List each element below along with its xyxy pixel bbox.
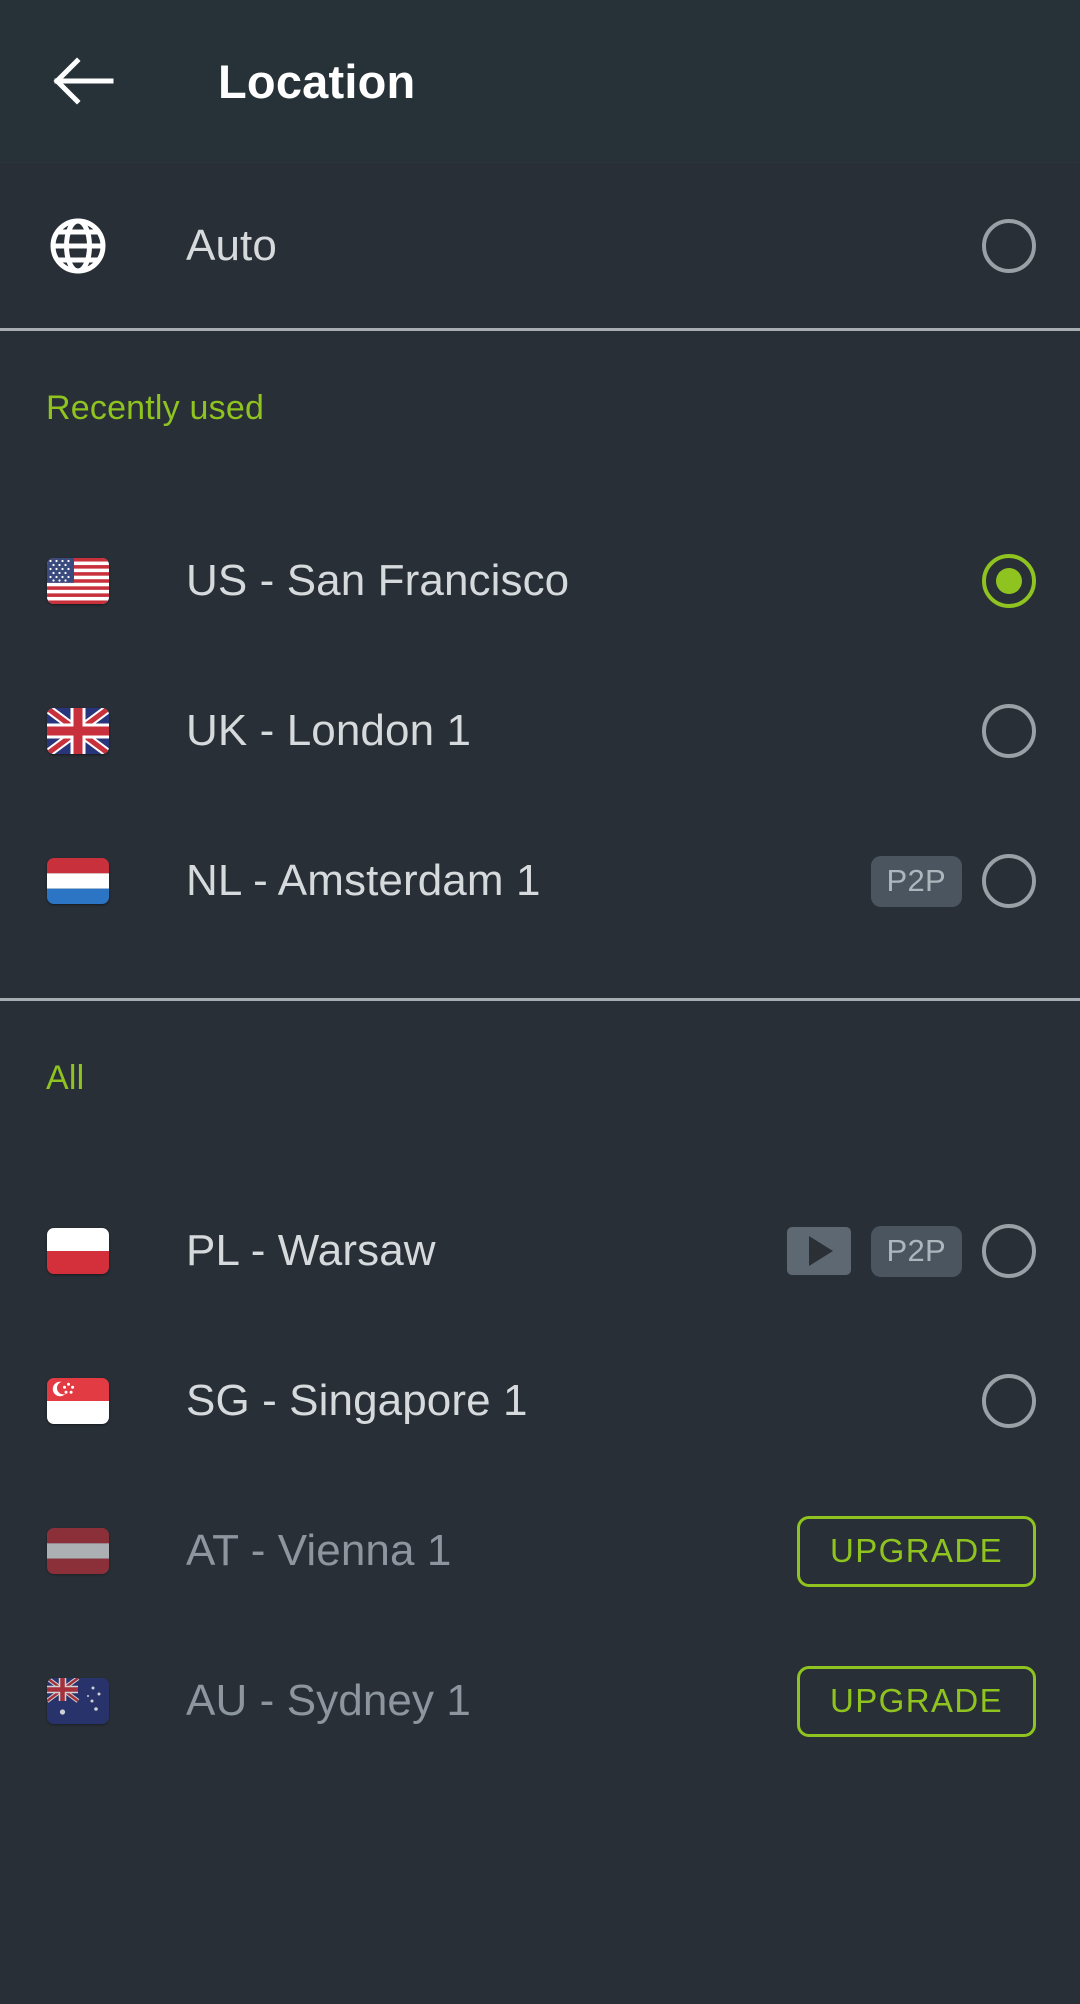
app-header: Location [0, 0, 1080, 163]
location-row-us-san-francisco[interactable]: US - San Francisco [0, 506, 1080, 656]
location-label-auto: Auto [186, 220, 277, 270]
upgrade-button-au-sydney-1[interactable]: UPGRADE [797, 1665, 1036, 1737]
page-title: Location [218, 54, 416, 108]
row-controls [982, 218, 1080, 273]
pl-flag-icon [46, 1228, 110, 1274]
row-controls: P2P [786, 1224, 1080, 1278]
row-controls: P2P [870, 854, 1080, 908]
badge-streaming-pl-warsaw [786, 1227, 851, 1275]
row-controls [982, 1374, 1080, 1428]
location-row-sg-singapore-1[interactable]: SG - Singapore 1 [0, 1326, 1080, 1476]
radio-pl-warsaw[interactable] [982, 1224, 1036, 1278]
badge-p2p-nl-amsterdam-1: P2P [870, 855, 962, 907]
nl-flag-icon [46, 858, 110, 904]
row-controls [982, 704, 1080, 758]
location-row-auto[interactable]: Auto [0, 163, 1080, 328]
back-button[interactable] [48, 45, 120, 117]
au-flag-icon [46, 1678, 110, 1724]
section-header-recently-used: Recently used [46, 389, 265, 427]
play-icon [809, 1236, 833, 1266]
location-label-nl-amsterdam-1: NL - Amsterdam 1 [186, 856, 541, 905]
radio-us-san-francisco[interactable] [982, 554, 1036, 608]
location-row-uk-london-1[interactable]: UK - London 1 [0, 656, 1080, 806]
location-label-us-san-francisco: US - San Francisco [186, 556, 570, 605]
radio-sg-singapore-1[interactable] [982, 1374, 1036, 1428]
location-label-at-vienna-1: AT - Vienna 1 [186, 1526, 452, 1575]
row-controls: UPGRADE [797, 1665, 1080, 1737]
section-header-all: All [46, 1059, 85, 1097]
uk-flag-icon [46, 708, 110, 754]
badge-p2p-pl-warsaw: P2P [870, 1225, 962, 1277]
location-label-uk-london-1: UK - London 1 [186, 706, 472, 755]
us-flag-icon [46, 558, 110, 604]
location-row-nl-amsterdam-1[interactable]: NL - Amsterdam 1 P2P [0, 806, 1080, 956]
location-label-sg-singapore-1: SG - Singapore 1 [186, 1376, 528, 1425]
arrow-left-icon [53, 56, 115, 106]
section-bottom-gap [0, 956, 1080, 998]
sg-flag-icon [46, 1378, 110, 1424]
location-row-pl-warsaw[interactable]: PL - Warsaw P2P [0, 1176, 1080, 1326]
row-controls: UPGRADE [797, 1515, 1080, 1587]
radio-nl-amsterdam-1[interactable] [982, 854, 1036, 908]
location-row-at-vienna-1[interactable]: AT - Vienna 1 UPGRADE [0, 1476, 1080, 1626]
radio-uk-london-1[interactable] [982, 704, 1036, 758]
location-label-au-sydney-1: AU - Sydney 1 [186, 1676, 471, 1725]
location-label-pl-warsaw: PL - Warsaw [186, 1226, 436, 1275]
radio-auto[interactable] [982, 218, 1036, 273]
upgrade-button-at-vienna-1[interactable]: UPGRADE [797, 1515, 1036, 1587]
globe-icon [46, 217, 110, 275]
row-controls [982, 554, 1080, 608]
location-row-au-sydney-1[interactable]: AU - Sydney 1 UPGRADE [0, 1626, 1080, 1776]
at-flag-icon [46, 1528, 110, 1574]
